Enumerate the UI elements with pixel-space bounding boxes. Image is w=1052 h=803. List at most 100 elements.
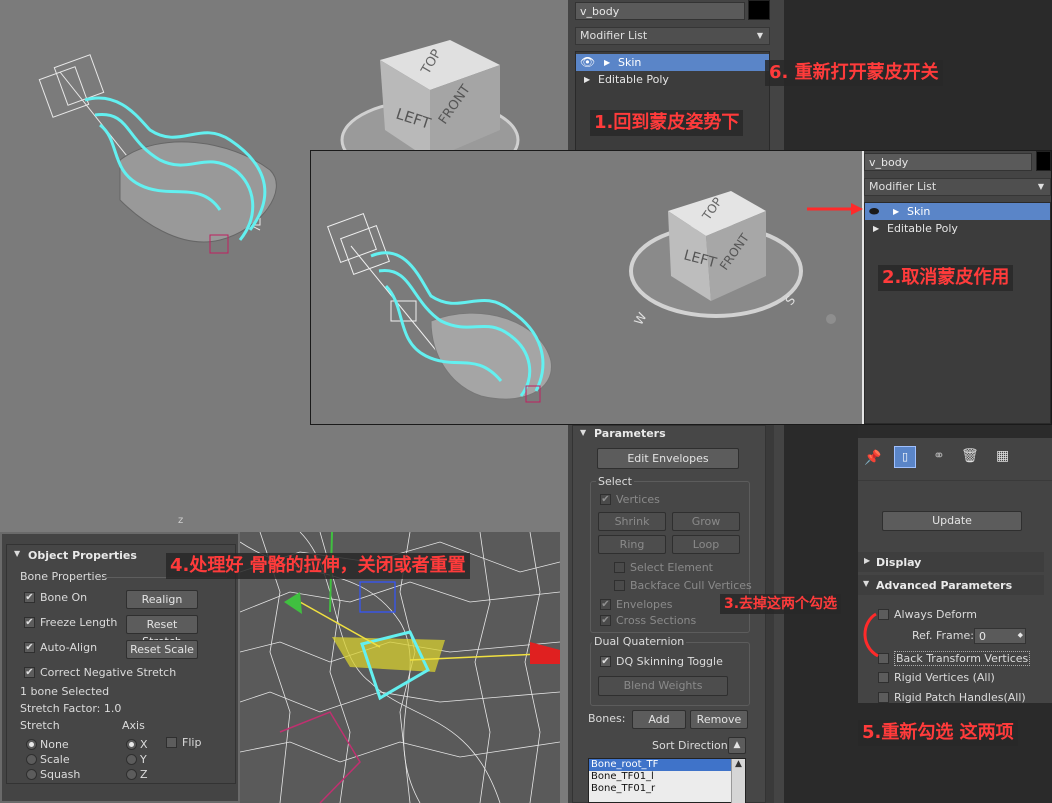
axis-y-radio[interactable] xyxy=(126,754,137,765)
object-name-field[interactable]: v_body xyxy=(575,2,745,20)
triangle-right-icon[interactable]: ▶ xyxy=(873,220,879,237)
dual-quaternion-label: Dual Quaternion xyxy=(592,635,687,648)
advanced-parameters-rollout[interactable]: ▼ Advanced Parameters xyxy=(858,575,1044,595)
chevron-down-icon: ▼ xyxy=(1037,182,1044,191)
stretch-none-radio[interactable] xyxy=(26,739,37,750)
auto-align-checkbox[interactable]: ✔ xyxy=(24,642,35,653)
modifier-list-dropdown[interactable]: Modifier List ▼ xyxy=(575,27,770,45)
list-item[interactable]: Bone_TF01_r xyxy=(589,783,745,795)
reset-scale-button[interactable]: Reset Scale xyxy=(126,640,198,659)
rigid-patch-label: Rigid Patch Handles(All) xyxy=(894,691,1026,703)
viewport-edge xyxy=(560,532,568,803)
update-button[interactable]: Update xyxy=(882,511,1022,531)
pin-stack-icon[interactable]: 📌 xyxy=(864,450,881,466)
stretch-squash-radio[interactable] xyxy=(26,769,37,780)
inset-modifier-stack[interactable]: ⬬ ▶ Skin ▶ Editable Poly xyxy=(864,202,1051,424)
triangle-right-icon[interactable]: ▶ xyxy=(893,203,899,220)
chevron-down-icon: ▼ xyxy=(756,31,763,40)
eye-closed-icon[interactable]: ⬬ xyxy=(869,203,879,220)
envelopes-checkbox[interactable]: ✔ xyxy=(600,599,611,610)
stack-item-skin[interactable]: 👁 ▶ Skin xyxy=(576,54,769,71)
list-item[interactable]: Bone_TF01_l xyxy=(589,771,745,783)
freeze-length-checkbox[interactable]: ✔ xyxy=(24,617,35,628)
nav-cube-menu-icon[interactable] xyxy=(826,314,836,324)
triangle-right-icon[interactable]: ▶ xyxy=(584,71,590,88)
annotation-step-2: 2.取消蒙皮作用 xyxy=(878,265,1014,291)
advanced-parameters-title: Advanced Parameters xyxy=(876,579,1013,592)
stretch-scale-radio[interactable] xyxy=(26,754,37,765)
eye-icon[interactable]: 👁 xyxy=(580,54,595,71)
vertices-checkbox[interactable]: ✔ xyxy=(600,494,611,505)
annotation-step-5: 5.重新勾选 这两项 xyxy=(858,720,1018,746)
backface-cull-label: Backface Cull Vertices xyxy=(630,579,752,592)
realign-button[interactable]: Realign xyxy=(126,590,198,609)
triangle-right-icon: ▶ xyxy=(864,556,871,565)
dq-skinning-checkbox[interactable]: ✔ xyxy=(600,656,611,667)
blend-weights-button[interactable]: Blend Weights xyxy=(598,676,728,696)
object-color-swatch[interactable] xyxy=(748,0,770,20)
spinner-arrows-icon[interactable]: ◆ xyxy=(1018,629,1023,642)
inset-object-color-swatch[interactable] xyxy=(1036,151,1051,171)
bone-on-checkbox[interactable]: ✔ xyxy=(24,592,35,603)
ref-frame-value: 0 xyxy=(979,630,986,643)
rigid-vertices-checkbox[interactable] xyxy=(878,672,889,683)
triangle-down-icon[interactable]: ▼ xyxy=(14,549,20,558)
axis-z-label: Z xyxy=(140,768,148,781)
select-element-checkbox[interactable] xyxy=(614,562,625,573)
triangle-right-icon[interactable]: ▶ xyxy=(604,54,610,71)
stack-item-editable-poly[interactable]: ▶ Editable Poly xyxy=(576,71,769,88)
bottom-right-empty xyxy=(858,703,1052,803)
stack-item-label: Editable Poly xyxy=(598,73,669,86)
inset-modifier-list-dropdown[interactable]: Modifier List ▼ xyxy=(864,178,1051,196)
display-rollout-title: Display xyxy=(876,556,922,569)
trash-icon[interactable]: 🗑 xyxy=(961,448,979,464)
stretch-squash-label: Squash xyxy=(40,768,81,781)
grow-button[interactable]: Grow xyxy=(672,512,740,531)
list-item[interactable]: Bone_root_TF xyxy=(589,759,745,771)
modifier-stack[interactable]: 👁 ▶ Skin ▶ Editable Poly xyxy=(575,51,770,155)
make-unique-icon[interactable]: ⚭ xyxy=(933,448,945,464)
stretch-scale-label: Scale xyxy=(40,753,70,766)
stack-item-skin[interactable]: ⬬ ▶ Skin xyxy=(865,203,1050,220)
reset-stretch-button[interactable]: Reset Stretch xyxy=(126,615,198,648)
stack-item-label: Skin xyxy=(618,56,642,69)
cross-sections-checkbox[interactable]: ✔ xyxy=(600,615,611,626)
stack-item-editable-poly[interactable]: ▶ Editable Poly xyxy=(865,220,1050,237)
edit-envelopes-button[interactable]: Edit Envelopes xyxy=(597,448,739,469)
gap-area xyxy=(784,425,858,803)
panel-scrollbar[interactable] xyxy=(766,425,774,803)
rigid-vertices-label: Rigid Vertices (All) xyxy=(894,671,995,684)
annotation-step-4: 4.处理好 骨骼的拉伸，关闭或者重置 xyxy=(166,553,470,579)
sort-direction-up-icon[interactable]: ▲ xyxy=(728,737,746,754)
red-bracket-icon xyxy=(863,612,879,658)
inset-object-name-field[interactable]: v_body xyxy=(864,153,1032,171)
configure-modifier-sets-icon[interactable]: ▦ xyxy=(996,448,1009,464)
ring-button[interactable]: Ring xyxy=(598,535,666,554)
correct-negative-checkbox[interactable]: ✔ xyxy=(24,667,35,678)
advanced-panel: 📌 ▯ ⚭ 🗑 ▦ Update ▶ Display ▼ Advanced Pa… xyxy=(858,438,1052,703)
backface-cull-checkbox[interactable] xyxy=(614,580,625,591)
axis-z-radio[interactable] xyxy=(126,769,137,780)
add-bone-button[interactable]: Add xyxy=(632,710,686,729)
show-end-result-icon[interactable]: ▯ xyxy=(894,446,916,468)
select-group-label: Select xyxy=(596,475,634,488)
stretch-factor-label: Stretch Factor: 1.0 xyxy=(20,702,122,715)
modifier-list-label: Modifier List xyxy=(580,29,648,42)
bone-list[interactable]: Bone_root_TF Bone_TF01_l Bone_TF01_r ▲ xyxy=(588,758,746,803)
parameters-rollout-title[interactable]: Parameters xyxy=(594,427,666,440)
shrink-button[interactable]: Shrink xyxy=(598,512,666,531)
inset-viewport[interactable]: W S TOP LEFT FRONT xyxy=(311,151,864,424)
loop-button[interactable]: Loop xyxy=(672,535,740,554)
bone-list-scrollbar[interactable]: ▲ xyxy=(731,759,745,803)
stretch-group-label: Stretch xyxy=(20,719,60,732)
ref-frame-spinner[interactable]: 0 ◆ xyxy=(974,628,1026,644)
cross-sections-label: Cross Sections xyxy=(616,614,697,627)
rollout-collapse-icon[interactable]: ▼ xyxy=(580,428,586,437)
remove-bone-button[interactable]: Remove xyxy=(690,710,748,729)
object-properties-title[interactable]: Object Properties xyxy=(28,549,137,562)
rigid-patch-checkbox[interactable] xyxy=(878,692,889,703)
axis-x-radio[interactable] xyxy=(126,739,137,750)
stack-item-label: Skin xyxy=(907,205,931,218)
flip-checkbox[interactable] xyxy=(166,737,177,748)
display-rollout[interactable]: ▶ Display xyxy=(858,552,1044,572)
